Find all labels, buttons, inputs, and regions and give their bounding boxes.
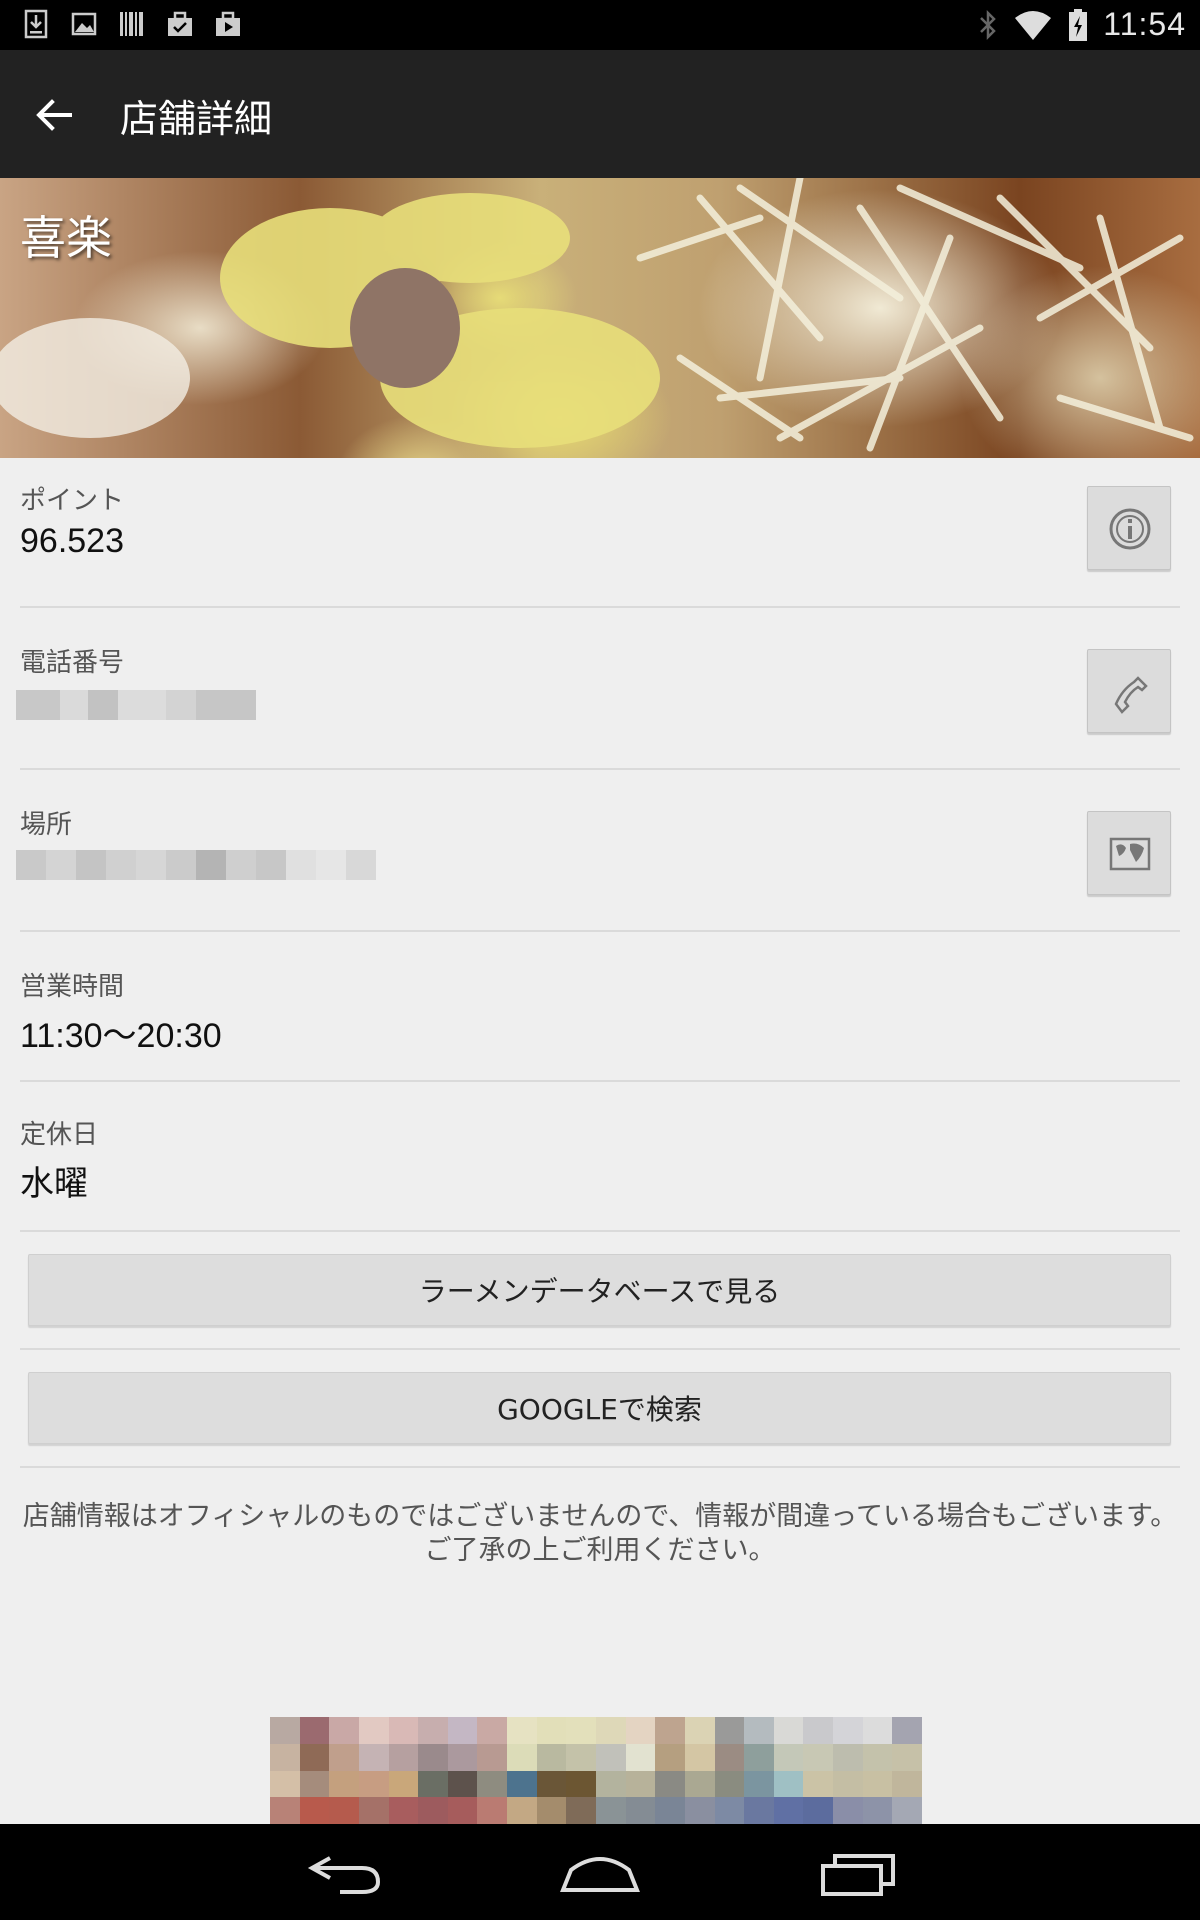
divider — [20, 1348, 1180, 1350]
hours-row: 営業時間 11:30〜20:30 — [0, 932, 1200, 1082]
phone-row: 電話番号 — [0, 608, 1200, 770]
location-row: 場所 — [0, 770, 1200, 932]
image-icon — [71, 12, 97, 36]
disclaimer-text: 店舗情報はオフィシャルのものではございませんので、情報が間違っている場合もござい… — [22, 1501, 1178, 1566]
call-button[interactable] — [1087, 649, 1171, 733]
ramen-photo — [0, 178, 1194, 452]
system-icons: 11:54 — [977, 6, 1186, 43]
briefcase-play-icon — [216, 11, 240, 36]
bluetooth-icon — [980, 9, 997, 40]
points-value: 96.523 — [20, 522, 124, 560]
divider — [20, 1230, 1180, 1232]
points-label: ポイント — [20, 486, 125, 516]
google-search-button[interactable]: GOOGLEで検索 — [28, 1372, 1171, 1444]
hours-label: 営業時間 — [20, 972, 125, 1002]
points-row: ポイント 96.523 — [0, 458, 1200, 608]
map-button[interactable] — [1087, 811, 1171, 895]
hours-value: 11:30〜20:30 — [20, 1017, 222, 1055]
address-redacted — [16, 850, 376, 880]
clock: 11:54 — [1103, 6, 1186, 42]
page-title: 店舗詳細 — [120, 97, 273, 141]
info-button[interactable] — [1087, 486, 1171, 570]
wifi-icon — [1015, 10, 1052, 40]
recent-apps-icon[interactable] — [815, 1844, 905, 1900]
ad-banner[interactable] — [270, 1717, 922, 1824]
briefcase-check-icon — [168, 11, 192, 36]
closed-day-row: 定休日 水曜 — [0, 1082, 1200, 1232]
action-bar: 店舗詳細 — [0, 50, 1200, 178]
phone-icon — [1114, 676, 1148, 714]
navigation-bar — [0, 1824, 1200, 1920]
download-icon — [24, 9, 48, 39]
divider — [20, 1466, 1180, 1468]
battery-charging-icon — [1069, 8, 1088, 41]
location-label: 場所 — [20, 810, 73, 840]
phone-number-redacted — [16, 690, 256, 720]
ramen-database-button[interactable]: ラーメンデータベースで見る — [28, 1254, 1171, 1326]
closed-day-label: 定休日 — [20, 1120, 99, 1150]
back-icon[interactable] — [300, 1844, 390, 1900]
store-name: 喜楽 — [20, 211, 112, 265]
map-icon — [1109, 837, 1151, 871]
barcode-icon — [120, 12, 143, 36]
status-bar: 11:54 — [0, 0, 1200, 50]
info-icon — [1109, 508, 1151, 550]
closed-day-value: 水曜 — [20, 1164, 88, 1204]
store-photo: 喜楽 — [0, 178, 1200, 458]
arrow-left-icon[interactable] — [30, 90, 80, 140]
home-icon[interactable] — [555, 1844, 645, 1900]
phone-label: 電話番号 — [20, 648, 125, 678]
notification-icons — [22, 9, 242, 39]
